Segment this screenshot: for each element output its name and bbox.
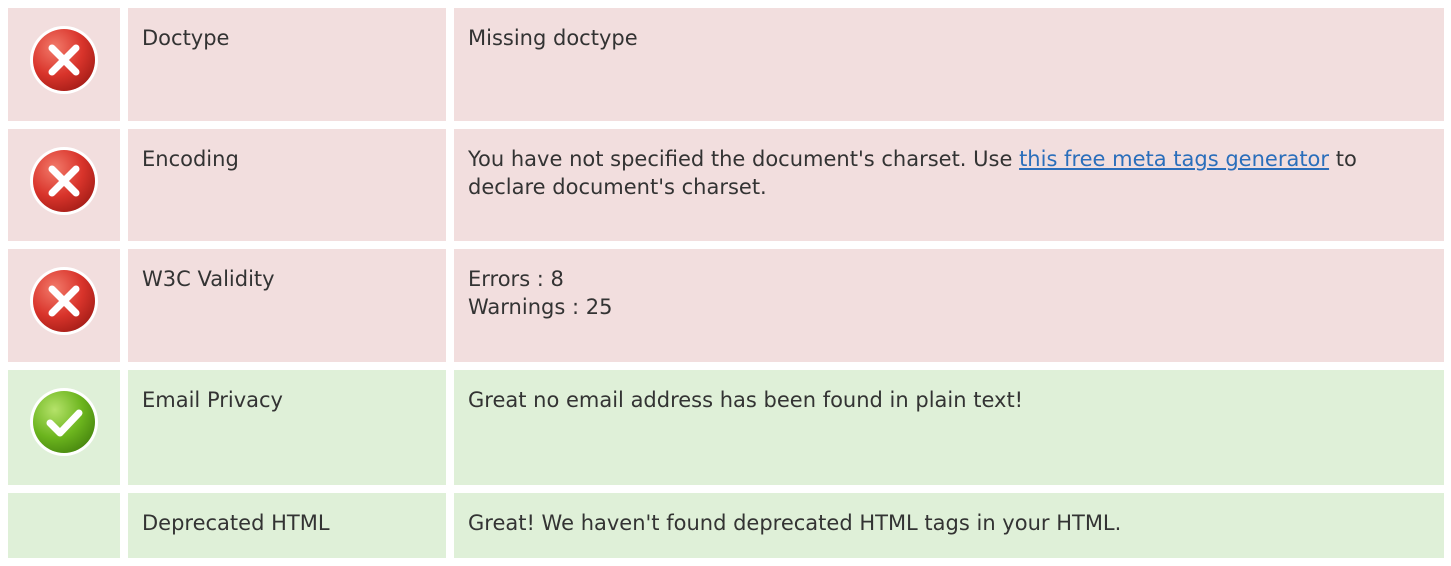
- report-row-email-privacy: Email Privacy Great no email address has…: [8, 370, 1444, 485]
- status-icon-cell: [8, 8, 120, 121]
- row-label: W3C Validity: [128, 249, 446, 362]
- errors-count: Errors : 8: [468, 267, 564, 291]
- status-icon-cell: [8, 129, 120, 241]
- report-row-w3c-validity: W3C Validity Errors : 8 Warnings : 25: [8, 249, 1444, 362]
- error-x-icon: [30, 147, 98, 215]
- status-icon-cell: [8, 249, 120, 362]
- row-label: Deprecated HTML: [128, 493, 446, 558]
- report-row-deprecated-html: Deprecated HTML Great! We haven't found …: [8, 493, 1444, 558]
- warnings-count: Warnings : 25: [468, 295, 613, 319]
- value-text-prefix: You have not specified the document's ch…: [468, 147, 1020, 171]
- row-label: Doctype: [128, 8, 446, 121]
- row-value: You have not specified the document's ch…: [454, 129, 1444, 241]
- row-label: Email Privacy: [128, 370, 446, 485]
- status-icon-cell: [8, 493, 120, 558]
- seo-report-table: Doctype Missing doctype Encoding You hav…: [8, 8, 1444, 566]
- report-row-doctype: Doctype Missing doctype: [8, 8, 1444, 121]
- row-value: Great no email address has been found in…: [454, 370, 1444, 485]
- row-value: Missing doctype: [454, 8, 1444, 121]
- row-value: Great! We haven't found deprecated HTML …: [454, 493, 1444, 558]
- error-x-icon: [30, 26, 98, 94]
- report-row-encoding: Encoding You have not specified the docu…: [8, 129, 1444, 241]
- error-x-icon: [30, 267, 98, 335]
- row-label: Encoding: [128, 129, 446, 241]
- success-check-icon: [30, 388, 98, 456]
- status-icon-cell: [8, 370, 120, 485]
- meta-tags-generator-link[interactable]: this free meta tags generator: [1019, 147, 1329, 171]
- row-value: Errors : 8 Warnings : 25: [454, 249, 1444, 362]
